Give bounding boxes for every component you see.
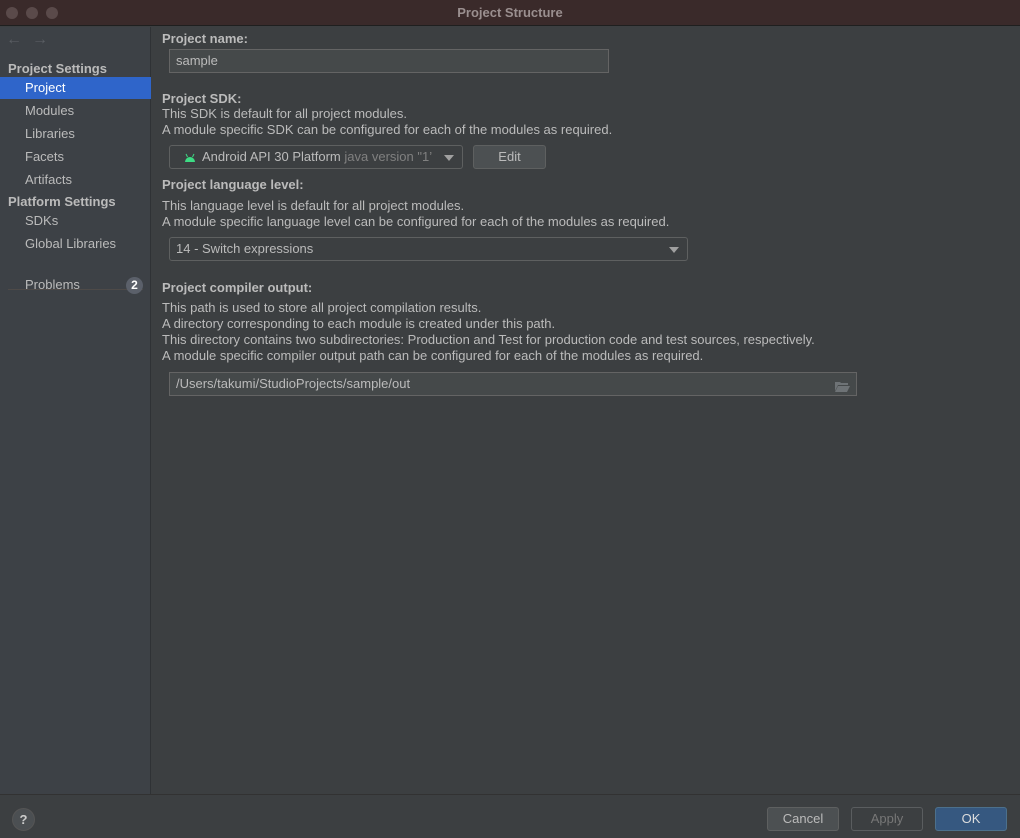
ok-button[interactable]: OK bbox=[935, 807, 1007, 831]
sidebar-item-problems[interactable]: Problems 2 bbox=[0, 274, 151, 296]
project-sdk-dropdown[interactable]: Android API 30 Platform java version "1’ bbox=[169, 145, 463, 169]
language-level-desc-2: A module specific language level can be … bbox=[162, 214, 670, 229]
project-name-label: Project name: bbox=[162, 31, 248, 46]
folder-icon[interactable] bbox=[835, 377, 850, 399]
compiler-output-desc-3: This directory contains two subdirectori… bbox=[162, 332, 815, 347]
sidebar-item-sdks[interactable]: SDKs bbox=[0, 210, 151, 232]
problems-count-badge: 2 bbox=[126, 277, 143, 294]
compiler-output-path-value: /Users/takumi/StudioProjects/sample/out bbox=[176, 376, 411, 391]
sidebar-item-facets[interactable]: Facets bbox=[0, 146, 151, 168]
compiler-output-label: Project compiler output: bbox=[162, 280, 313, 295]
chevron-down-icon bbox=[444, 155, 454, 161]
compiler-output-path-input[interactable]: /Users/takumi/StudioProjects/sample/out bbox=[169, 372, 857, 396]
chevron-down-icon bbox=[669, 247, 679, 253]
apply-button[interactable]: Apply bbox=[851, 807, 923, 831]
language-level-dropdown[interactable]: 14 - Switch expressions bbox=[169, 237, 688, 261]
sidebar-item-project[interactable]: Project bbox=[0, 77, 151, 99]
project-sdk-desc-1: This SDK is default for all project modu… bbox=[162, 106, 407, 121]
compiler-output-desc-2: A directory corresponding to each module… bbox=[162, 316, 556, 331]
language-level-label: Project language level: bbox=[162, 177, 304, 192]
title-bar: Project Structure bbox=[0, 0, 1020, 26]
section-platform-settings: Platform Settings bbox=[8, 194, 116, 209]
project-sdk-label: Project SDK: bbox=[162, 91, 242, 106]
main-panel: Project name: sample Project SDK: This S… bbox=[152, 27, 1020, 794]
sidebar-item-libraries[interactable]: Libraries bbox=[0, 123, 151, 145]
back-arrow-icon[interactable]: ← bbox=[6, 31, 22, 48]
project-sdk-value: Android API 30 Platform bbox=[202, 149, 341, 164]
project-name-input[interactable]: sample bbox=[169, 49, 609, 73]
android-icon bbox=[184, 147, 196, 169]
section-project-settings: Project Settings bbox=[8, 61, 107, 76]
sidebar: ← → Project Settings Project Modules Libr… bbox=[0, 27, 151, 794]
language-level-value: 14 - Switch expressions bbox=[176, 241, 314, 256]
edit-sdk-button[interactable]: Edit bbox=[473, 145, 546, 169]
language-level-desc-1: This language level is default for all p… bbox=[162, 198, 465, 213]
sidebar-item-artifacts[interactable]: Artifacts bbox=[0, 169, 151, 191]
problems-label: Problems bbox=[25, 277, 80, 292]
forward-arrow-icon[interactable]: → bbox=[32, 31, 48, 48]
window-title: Project Structure bbox=[457, 5, 563, 20]
project-sdk-desc-2: A module specific SDK can be configured … bbox=[162, 122, 613, 137]
compiler-output-desc-1: This path is used to store all project c… bbox=[162, 300, 482, 315]
dialog-footer: ? Cancel Apply OK bbox=[0, 794, 1020, 838]
cancel-button[interactable]: Cancel bbox=[767, 807, 839, 831]
compiler-output-desc-4: A module specific compiler output path c… bbox=[162, 348, 704, 363]
sidebar-item-modules[interactable]: Modules bbox=[0, 100, 151, 122]
project-sdk-version: java version "1’ bbox=[344, 149, 433, 164]
sidebar-item-global-libraries[interactable]: Global Libraries bbox=[0, 233, 151, 255]
help-button[interactable]: ? bbox=[12, 808, 35, 831]
